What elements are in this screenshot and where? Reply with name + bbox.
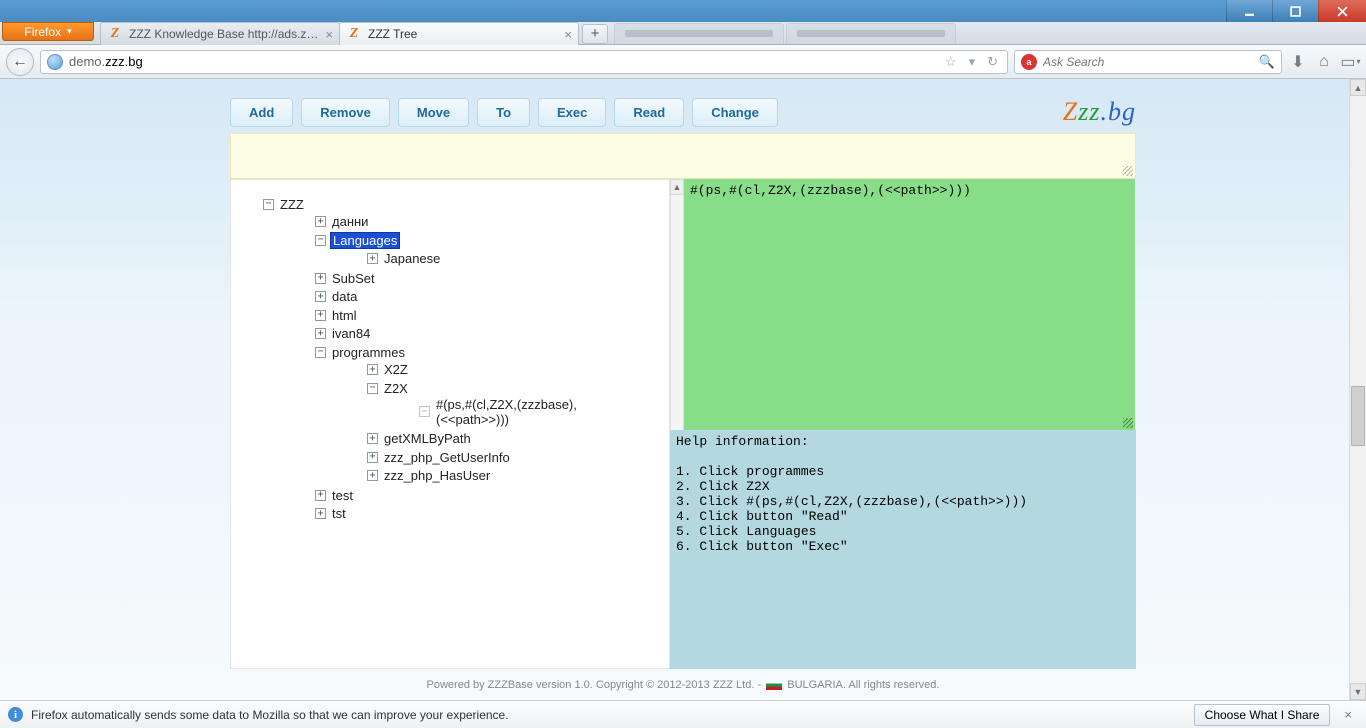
tree-node-data[interactable]: data	[315, 289, 359, 304]
expand-icon[interactable]	[315, 508, 326, 519]
message-area	[230, 133, 1136, 179]
collapse-icon[interactable]	[315, 235, 326, 246]
search-bar[interactable]: a 🔍	[1014, 50, 1282, 74]
scroll-thumb[interactable]	[1351, 386, 1365, 446]
tab-zzz-tree[interactable]: Z ZZZ Tree ×	[339, 22, 579, 45]
tab-close-icon[interactable]: ×	[325, 28, 333, 41]
notification-close-icon[interactable]: ×	[1338, 707, 1358, 722]
url-dropdown-icon[interactable]: ▾	[966, 54, 979, 70]
tree-node-x2z[interactable]: X2Z	[367, 362, 410, 377]
collapse-icon[interactable]	[367, 383, 378, 394]
firefox-menu-button[interactable]: Firefox	[2, 22, 94, 41]
tree-pane[interactable]: ZZZ данни Languages Japanese SubSet data…	[230, 179, 670, 669]
tree-node-z2x[interactable]: Z2X	[367, 381, 410, 396]
url-text: demo.zzz.bg	[69, 54, 936, 69]
tree-node-root[interactable]: ZZZ	[263, 197, 306, 212]
expand-icon[interactable]	[367, 364, 378, 375]
tree-node-programmes[interactable]: programmes	[315, 345, 407, 360]
resize-grip-icon[interactable]	[1123, 418, 1133, 428]
expand-icon[interactable]	[367, 433, 378, 444]
expand-icon[interactable]	[367, 253, 378, 264]
zzz-logo: Zzz.bg	[1063, 97, 1136, 127]
page-scrollbar[interactable]: ▲ ▼	[1349, 79, 1366, 700]
expand-icon[interactable]	[315, 291, 326, 302]
nav-back-button[interactable]: ←	[6, 48, 34, 76]
code-output[interactable]: #(ps,#(cl,Z2X,(zzzbase),(<<path>>)))	[684, 179, 1136, 430]
expand-icon[interactable]	[315, 273, 326, 284]
tree-node-japanese[interactable]: Japanese	[367, 251, 442, 266]
tree-node-subset[interactable]: SubSet	[315, 271, 377, 286]
page-footer: Powered by ZZZBase version 1.0. Copyrigh…	[230, 669, 1136, 697]
collapse-icon[interactable]	[419, 406, 430, 417]
tree-node-danni[interactable]: данни	[315, 214, 370, 229]
resize-grip-icon[interactable]	[1123, 166, 1133, 176]
background-window-tabs	[614, 22, 956, 44]
browser-navbar: ← demo.zzz.bg ☆ ▾ ↻ a 🔍 ⬇ ⌂ ▭	[0, 45, 1366, 79]
window-minimize-button[interactable]	[1226, 0, 1272, 22]
browser-tabstrip: Firefox Z ZZZ Knowledge Base http://ads.…	[0, 22, 1366, 45]
window-close-button[interactable]	[1318, 0, 1366, 22]
code-scrollbar[interactable]: ▲	[670, 179, 684, 430]
collapse-icon[interactable]	[315, 347, 326, 358]
scroll-up-icon[interactable]: ▲	[670, 179, 684, 195]
tree-node-z2x-expr[interactable]: #(ps,#(cl,Z2X,(zzzbase),(<<path>>)))	[419, 397, 634, 427]
bookmark-star-icon[interactable]: ☆	[942, 54, 960, 70]
reload-icon[interactable]: ↻	[984, 54, 1001, 70]
scroll-down-icon[interactable]: ▼	[1350, 683, 1366, 700]
browser-notification-bar: i Firefox automatically sends some data …	[0, 700, 1366, 728]
expand-icon[interactable]	[315, 310, 326, 321]
tree-node-ivan84[interactable]: ivan84	[315, 326, 372, 341]
choose-share-button[interactable]: Choose What I Share	[1194, 704, 1331, 726]
os-titlebar	[0, 0, 1366, 22]
tree-node-getuserinfo[interactable]: zzz_php_GetUserInfo	[367, 450, 512, 465]
window-maximize-button[interactable]	[1272, 0, 1318, 22]
tree-node-test[interactable]: test	[315, 488, 355, 503]
remove-button[interactable]: Remove	[301, 98, 390, 127]
search-icon[interactable]: 🔍	[1259, 54, 1275, 70]
globe-icon	[47, 54, 63, 70]
info-icon: i	[8, 707, 23, 722]
expand-icon[interactable]	[315, 490, 326, 501]
add-button[interactable]: Add	[230, 98, 293, 127]
tree-node-hasuser[interactable]: zzz_php_HasUser	[367, 468, 492, 483]
page-viewport: Add Remove Move To Exec Read Change Zzz.…	[0, 79, 1366, 700]
tab-close-icon[interactable]: ×	[564, 28, 572, 41]
favicon-z-icon: Z	[107, 26, 123, 42]
tab-label: ZZZ Knowledge Base http://ads.zzz.b...	[129, 27, 319, 41]
new-tab-button[interactable]: +	[582, 24, 608, 44]
app-toolbar: Add Remove Move To Exec Read Change Zzz.…	[230, 97, 1136, 127]
expand-icon[interactable]	[315, 328, 326, 339]
help-output: Help information: 1. Click programmes 2.…	[670, 430, 1136, 669]
tab-zzz-kb[interactable]: Z ZZZ Knowledge Base http://ads.zzz.b...…	[100, 22, 340, 45]
move-button[interactable]: Move	[398, 98, 469, 127]
bulgaria-flag-icon	[766, 680, 782, 690]
tree-node-html[interactable]: html	[315, 308, 359, 323]
exec-button[interactable]: Exec	[538, 98, 606, 127]
expand-icon[interactable]	[367, 452, 378, 463]
tab-label: ZZZ Tree	[368, 27, 558, 41]
downloads-icon[interactable]: ⬇	[1288, 52, 1308, 72]
search-input[interactable]	[1043, 55, 1253, 69]
notification-text: Firefox automatically sends some data to…	[31, 708, 509, 722]
search-provider-icon[interactable]: a	[1021, 54, 1037, 70]
tree-node-getxml[interactable]: getXMLByPath	[367, 431, 473, 446]
scroll-up-icon[interactable]: ▲	[1350, 79, 1366, 96]
favicon-z-icon: Z	[346, 26, 362, 42]
change-button[interactable]: Change	[692, 98, 778, 127]
url-bar[interactable]: demo.zzz.bg ☆ ▾ ↻	[40, 50, 1008, 74]
expand-icon[interactable]	[315, 216, 326, 227]
tree-node-languages[interactable]: Languages	[315, 232, 400, 249]
read-button[interactable]: Read	[614, 98, 684, 127]
expand-icon[interactable]	[367, 470, 378, 481]
collapse-icon[interactable]	[263, 199, 274, 210]
home-icon[interactable]: ⌂	[1314, 53, 1334, 71]
bookmarks-menu-icon[interactable]: ▭	[1340, 52, 1360, 72]
to-button[interactable]: To	[477, 98, 530, 127]
tree-node-tst[interactable]: tst	[315, 506, 348, 521]
